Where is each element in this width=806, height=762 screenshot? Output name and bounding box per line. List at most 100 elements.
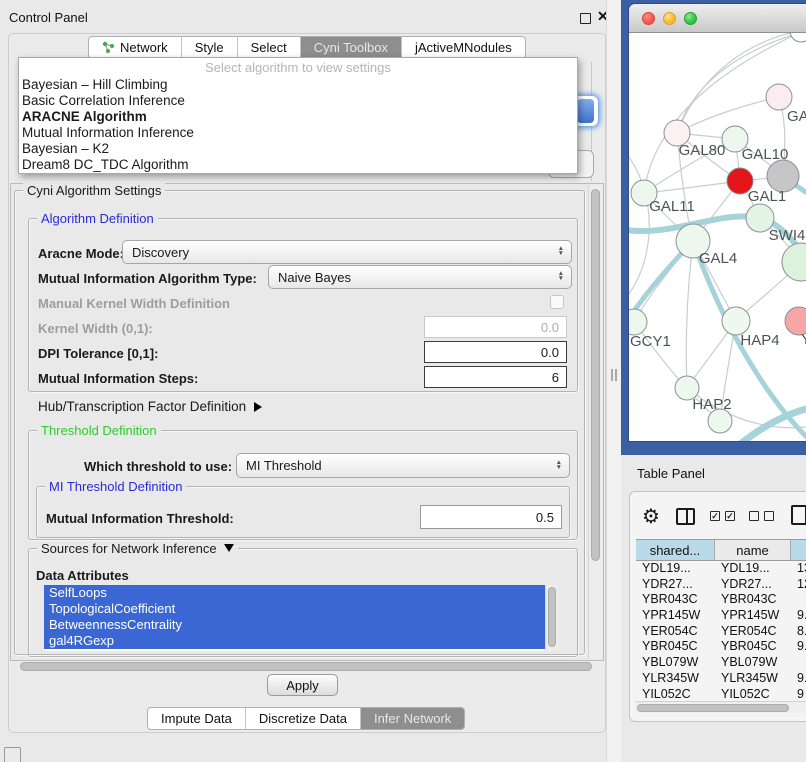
network-edge[interactable] — [677, 33, 799, 133]
combo-arrows-icon: ▲▼ — [556, 461, 569, 470]
float-panel-icon[interactable] — [580, 13, 591, 24]
table-row[interactable]: YDL19...YDL19...13 — [636, 561, 806, 577]
cyni-bottom-tabs: Impute DataDiscretize Data Infer Network — [147, 707, 465, 730]
table-cell: 12 — [791, 577, 806, 593]
table-row[interactable]: YPR145WYPR145W9. — [636, 608, 806, 624]
algorithm-definition-title: Algorithm Definition — [37, 211, 158, 226]
table-header-row: shared...nameA — [636, 539, 806, 561]
algorithm-list: Bayesian – Hill ClimbingBasic Correlatio… — [19, 77, 577, 173]
sources-title-text: Sources for Network Inference — [41, 541, 217, 556]
algorithm-option[interactable]: Mutual Information Inference — [19, 125, 577, 141]
export-table-icon[interactable] — [791, 505, 806, 525]
tab-impute-data[interactable]: Impute Data — [148, 708, 245, 729]
tab-label: Style — [195, 40, 224, 55]
network-view-area: GALGAL80GAL10GAL1GAL11SWI4GAL4GCY1HAP4YH… — [621, 0, 806, 455]
table-cell: 9. — [791, 608, 806, 624]
tab-label: Infer Network — [374, 711, 451, 726]
network-edge[interactable] — [644, 181, 740, 193]
network-node[interactable] — [766, 84, 792, 110]
mi-type-select[interactable]: Naive Bayes ▲▼ — [268, 265, 572, 289]
deselect-all-checkboxes-icon[interactable] — [749, 511, 774, 521]
network-node[interactable] — [722, 307, 750, 335]
manual-kernel-label: Manual Kernel Width Definition — [38, 296, 230, 311]
control-panel-title: Control Panel — [0, 10, 88, 25]
which-threshold-select[interactable]: MI Threshold ▲▼ — [236, 453, 570, 478]
sources-group-title[interactable]: Sources for Network Inference — [37, 541, 238, 556]
mi-threshold-field[interactable]: 0.5 — [420, 505, 562, 529]
apply-button[interactable]: Apply — [267, 674, 338, 696]
table-panel-body: ⚙ ✓✓ shared...nameAYDL19...YDL19...13YDR… — [629, 491, 806, 722]
algorithm-option[interactable]: Bayesian – Hill Climbing — [19, 77, 577, 93]
table-cell: YDL19... — [715, 561, 791, 577]
table-row[interactable]: YIL052CYIL052C9 — [636, 687, 806, 703]
network-node[interactable] — [782, 243, 806, 281]
collapsed-panel-icon[interactable] — [4, 747, 21, 762]
control-panel-titlebar: Control Panel — [0, 4, 621, 31]
tab-network[interactable]: Network — [89, 37, 181, 58]
zoom-traffic-light-icon[interactable] — [684, 12, 697, 25]
tab-style[interactable]: Style — [181, 37, 237, 58]
dpi-tolerance-field[interactable]: 0.0 — [424, 341, 567, 363]
table-row[interactable]: YLR345WYLR345W9. — [636, 671, 806, 687]
aracne-mode-select[interactable]: Discovery ▲▼ — [122, 240, 572, 264]
algorithm-option[interactable]: Basic Correlation Inference — [19, 93, 577, 109]
tab-jactivemnodules[interactable]: jActiveMNodules — [401, 37, 525, 58]
split-divider[interactable] — [606, 0, 621, 762]
table-row[interactable]: YBR045CYBR045C9. — [636, 639, 806, 655]
attributes-scrollbar[interactable] — [545, 585, 558, 651]
columns-icon[interactable] — [676, 508, 695, 525]
minimize-traffic-light-icon[interactable] — [663, 12, 676, 25]
algorithm-option[interactable]: ARACNE Algorithm — [19, 109, 577, 125]
attribute-item[interactable]: gal4RGexp — [44, 633, 558, 649]
table-cell: YDL19... — [636, 561, 715, 577]
aracne-mode-label: Aracne Mode: — [38, 246, 124, 261]
table-row[interactable]: YER054CYER054C8. — [636, 624, 806, 640]
table-hscrollbar[interactable] — [635, 701, 806, 713]
table-cell: YBR045C — [636, 639, 715, 655]
tab-discretize-data[interactable]: Discretize Data — [245, 708, 360, 729]
column-header[interactable]: A — [791, 540, 806, 560]
settings-vscrollbar[interactable] — [588, 185, 602, 659]
divider-grip-icon[interactable] — [611, 369, 617, 381]
threshold-definition-title: Threshold Definition — [37, 423, 161, 438]
column-header[interactable]: shared... — [636, 540, 715, 560]
network-window-titlebar[interactable] — [629, 4, 806, 33]
table-panel-titlebar: Table Panel — [621, 455, 806, 491]
mi-steps-field[interactable]: 6 — [424, 366, 567, 388]
tab-infer-network[interactable]: Infer Network — [360, 708, 464, 729]
table-cell: 13 — [791, 561, 806, 577]
kernel-width-label: Kernel Width (0,1): — [38, 321, 153, 336]
network-canvas[interactable]: GALGAL80GAL10GAL1GAL11SWI4GAL4GCY1HAP4YH… — [629, 33, 806, 441]
table-row[interactable]: YBR043CYBR043C — [636, 592, 806, 608]
attribute-item[interactable]: BetweennessCentrality — [44, 617, 558, 633]
algorithm-option[interactable]: Bayesian – K2 — [19, 141, 577, 157]
close-traffic-light-icon[interactable] — [642, 12, 655, 25]
attribute-item[interactable]: TopologicalCoefficient — [44, 601, 558, 617]
kernel-width-field: 0.0 — [424, 316, 567, 338]
tab-select[interactable]: Select — [237, 37, 300, 58]
column-header[interactable]: name — [715, 540, 791, 560]
mi-threshold-group-title: MI Threshold Definition — [45, 479, 186, 494]
node-label: GAL4 — [699, 250, 737, 267]
table-row[interactable]: YDR27...YDR27...12 — [636, 577, 806, 593]
table-cell: YPR145W — [636, 608, 715, 624]
algorithm-option[interactable]: Dream8 DC_TDC Algorithm — [19, 157, 577, 173]
network-edge[interactable] — [629, 153, 649, 298]
combo-arrows-icon: ▲▼ — [558, 272, 571, 281]
network-node[interactable] — [790, 33, 806, 42]
gear-icon[interactable]: ⚙ — [642, 504, 660, 529]
node-label: Y — [801, 331, 806, 348]
network-edge[interactable] — [686, 241, 693, 388]
screen: Control Panel ✕ NetworkStyleSelectCyni T… — [0, 0, 806, 762]
network-node[interactable] — [629, 309, 647, 335]
attribute-item[interactable]: SelfLoops — [44, 585, 558, 601]
tab-label: Network — [120, 40, 168, 55]
select-all-checkboxes-icon[interactable]: ✓✓ — [710, 511, 735, 521]
apply-button-label: Apply — [286, 678, 319, 693]
tab-cyni-toolbox[interactable]: Cyni Toolbox — [300, 37, 401, 58]
settings-hscrollbar[interactable] — [18, 662, 596, 672]
network-edge[interactable] — [677, 33, 799, 133]
which-threshold-value: MI Threshold — [246, 458, 322, 473]
hub-definition-expander[interactable]: Hub/Transcription Factor Definition — [38, 399, 262, 414]
table-row[interactable]: YBL079WYBL079W — [636, 655, 806, 671]
